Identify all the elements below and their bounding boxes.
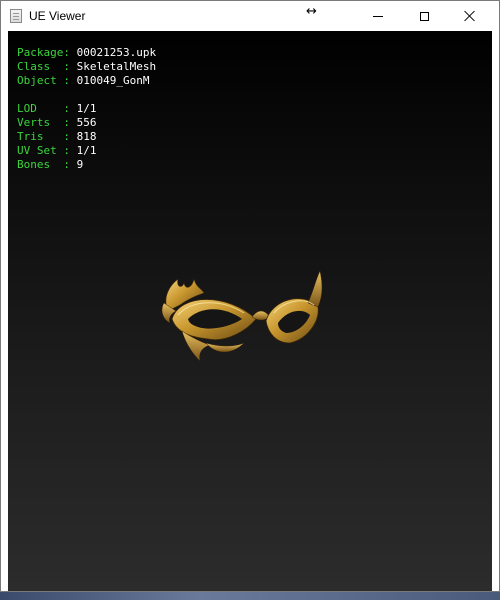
class-value: SkeletalMesh	[76, 60, 157, 73]
app-icon	[10, 9, 22, 23]
maximize-button[interactable]	[401, 1, 447, 31]
bones-row: Bones : 9	[17, 158, 156, 172]
object-label: Object :	[17, 74, 77, 87]
window-title: UE Viewer	[29, 9, 86, 23]
object-row: Object : 010049_GonM	[17, 74, 156, 88]
maximize-icon	[419, 11, 429, 21]
lod-label: LOD :	[17, 102, 77, 115]
verts-row: Verts : 556	[17, 116, 156, 130]
tris-row: Tris : 818	[17, 130, 156, 144]
object-value: 010049_GonM	[76, 74, 150, 87]
package-label: Package:	[17, 46, 77, 59]
close-button[interactable]	[447, 1, 493, 31]
title-bar[interactable]: UE Viewer ↔	[1, 1, 499, 31]
package-value: 00021253.upk	[76, 46, 157, 59]
lod-value: 1/1	[76, 102, 97, 115]
mesh-info-overlay: Package: 00021253.upk Class : SkeletalMe…	[17, 46, 156, 172]
tris-value: 818	[76, 130, 97, 143]
verts-value: 556	[76, 116, 97, 129]
3d-viewport[interactable]: Package: 00021253.upk Class : SkeletalMe…	[8, 31, 492, 591]
class-label: Class :	[17, 60, 77, 73]
bones-label: Bones :	[17, 158, 77, 171]
tris-label: Tris :	[17, 130, 77, 143]
package-row: Package: 00021253.upk	[17, 46, 156, 60]
golden-mask-model	[161, 270, 323, 362]
uvset-value: 1/1	[76, 144, 97, 157]
ue-viewer-window: UE Viewer ↔ Package: 00021253.upk Class …	[0, 0, 500, 592]
verts-label: Verts :	[17, 116, 77, 129]
close-icon	[464, 10, 476, 22]
minimize-button[interactable]	[355, 1, 401, 31]
bones-value: 9	[76, 158, 84, 171]
uvset-row: UV Set : 1/1	[17, 144, 156, 158]
lod-row: LOD : 1/1	[17, 102, 156, 116]
minimize-icon	[373, 15, 383, 17]
uvset-label: UV Set :	[17, 144, 77, 157]
class-row: Class : SkeletalMesh	[17, 60, 156, 74]
resize-cursor-icon: ↔	[306, 4, 317, 19]
